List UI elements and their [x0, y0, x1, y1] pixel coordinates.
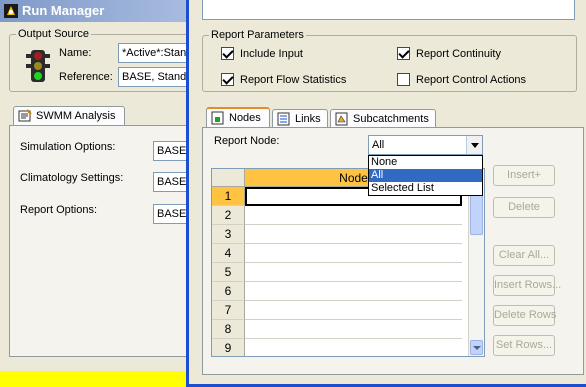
grid-cell[interactable]	[245, 339, 462, 356]
nodes-icon	[211, 111, 224, 125]
include-input-checkbox[interactable]: Include Input	[221, 47, 303, 60]
report-options-dialog: Report Parameters Include Input Report C…	[186, 0, 586, 387]
app-icon	[4, 4, 18, 18]
node-grid: Node 1 2 3 4 5 6 7 8 9	[211, 168, 485, 357]
dropdown-option-selected-list[interactable]: Selected List	[369, 182, 482, 195]
include-input-label: Include Input	[240, 47, 303, 60]
climatology-settings-label: Climatology Settings:	[20, 172, 124, 184]
grid-row-header[interactable]: 3	[212, 225, 245, 244]
tab-subcatchments[interactable]: Subcatchments	[330, 109, 436, 129]
report-continuity-checkbox[interactable]: Report Continuity	[397, 47, 501, 60]
report-node-dropdown: None All Selected List	[368, 155, 483, 196]
status-bar	[0, 371, 196, 387]
include-input-check[interactable]	[221, 47, 234, 60]
grid-corner	[212, 169, 245, 187]
insert-plus-button[interactable]: Insert+	[493, 165, 555, 186]
report-node-select[interactable]: All	[368, 135, 483, 155]
delete-button[interactable]: Delete	[493, 197, 555, 218]
tab-nodes[interactable]: Nodes	[206, 107, 270, 128]
grid-row-header[interactable]: 8	[212, 320, 245, 339]
grid-row-header[interactable]: 2	[212, 206, 245, 225]
grid-scrollbar[interactable]	[468, 169, 484, 356]
name-field[interactable]: *Active*:Stan	[118, 43, 196, 63]
run-manager-title: Run Manager	[22, 3, 105, 18]
grid-row-header[interactable]: 4	[212, 244, 245, 263]
clear-all-button[interactable]: Clear All...	[493, 245, 555, 266]
set-rows-button[interactable]: Set Rows...	[493, 335, 555, 356]
subcatchments-icon	[335, 112, 348, 126]
grid-row-header[interactable]: 6	[212, 282, 245, 301]
report-continuity-label: Report Continuity	[416, 47, 501, 60]
name-label: Name:	[59, 47, 92, 59]
report-flow-statistics-label: Report Flow Statistics	[240, 73, 347, 86]
grid-cell[interactable]	[245, 320, 462, 339]
report-control-actions-check[interactable]	[397, 73, 410, 86]
traffic-light-icon	[26, 50, 50, 82]
report-flow-statistics-checkbox[interactable]: Report Flow Statistics	[221, 73, 346, 86]
delete-rows-button[interactable]: Delete Rows	[493, 305, 556, 326]
dropdown-option-all[interactable]: All	[369, 169, 482, 182]
report-flow-statistics-check[interactable]	[221, 73, 234, 86]
grid-cell[interactable]	[245, 206, 462, 225]
tab-nodes-label: Nodes	[229, 112, 261, 124]
chevron-down-icon[interactable]	[466, 136, 482, 154]
tab-swmm-analysis-label: SWMM Analysis	[36, 110, 116, 122]
report-node-selected: All	[372, 139, 385, 151]
report-options-label: Report Options:	[20, 204, 98, 216]
reference-label: Reference:	[59, 71, 113, 83]
links-icon	[277, 112, 290, 126]
output-source-legend: Output Source	[16, 28, 91, 40]
run-manager-window: Run Manager Output Source Name: *Active*…	[0, 0, 196, 387]
grid-cell[interactable]	[245, 244, 462, 263]
simulation-options-label: Simulation Options:	[20, 141, 116, 153]
grid-cell[interactable]	[245, 301, 462, 320]
swmm-analysis-icon	[18, 109, 32, 122]
grid-cell[interactable]	[245, 225, 462, 244]
dropdown-option-none[interactable]: None	[369, 156, 482, 169]
scroll-down-arrow-icon[interactable]	[470, 340, 483, 355]
grid-row-header[interactable]: 9	[212, 339, 245, 356]
tab-links[interactable]: Links	[272, 109, 328, 129]
grid-row-header[interactable]: 7	[212, 301, 245, 320]
grid-cell[interactable]	[245, 282, 462, 301]
grid-row-header[interactable]: 5	[212, 263, 245, 282]
report-continuity-check[interactable]	[397, 47, 410, 60]
report-control-actions-checkbox[interactable]: Report Control Actions	[397, 73, 526, 86]
top-text-box[interactable]	[202, 0, 575, 20]
tab-subcatchments-label: Subcatchments	[353, 113, 429, 125]
grid-row-header[interactable]: 1	[212, 187, 245, 206]
insert-rows-button[interactable]: Insert Rows...	[493, 275, 561, 296]
run-manager-titlebar[interactable]: Run Manager	[0, 0, 196, 22]
tab-swmm-analysis[interactable]: SWMM Analysis	[13, 106, 125, 126]
report-parameters-legend: Report Parameters	[209, 29, 306, 41]
report-control-actions-label: Report Control Actions	[416, 73, 527, 86]
report-node-label: Report Node:	[214, 135, 280, 147]
grid-cell[interactable]	[245, 263, 462, 282]
reference-field[interactable]: BASE, Standa	[118, 67, 196, 87]
tab-links-label: Links	[295, 113, 321, 125]
